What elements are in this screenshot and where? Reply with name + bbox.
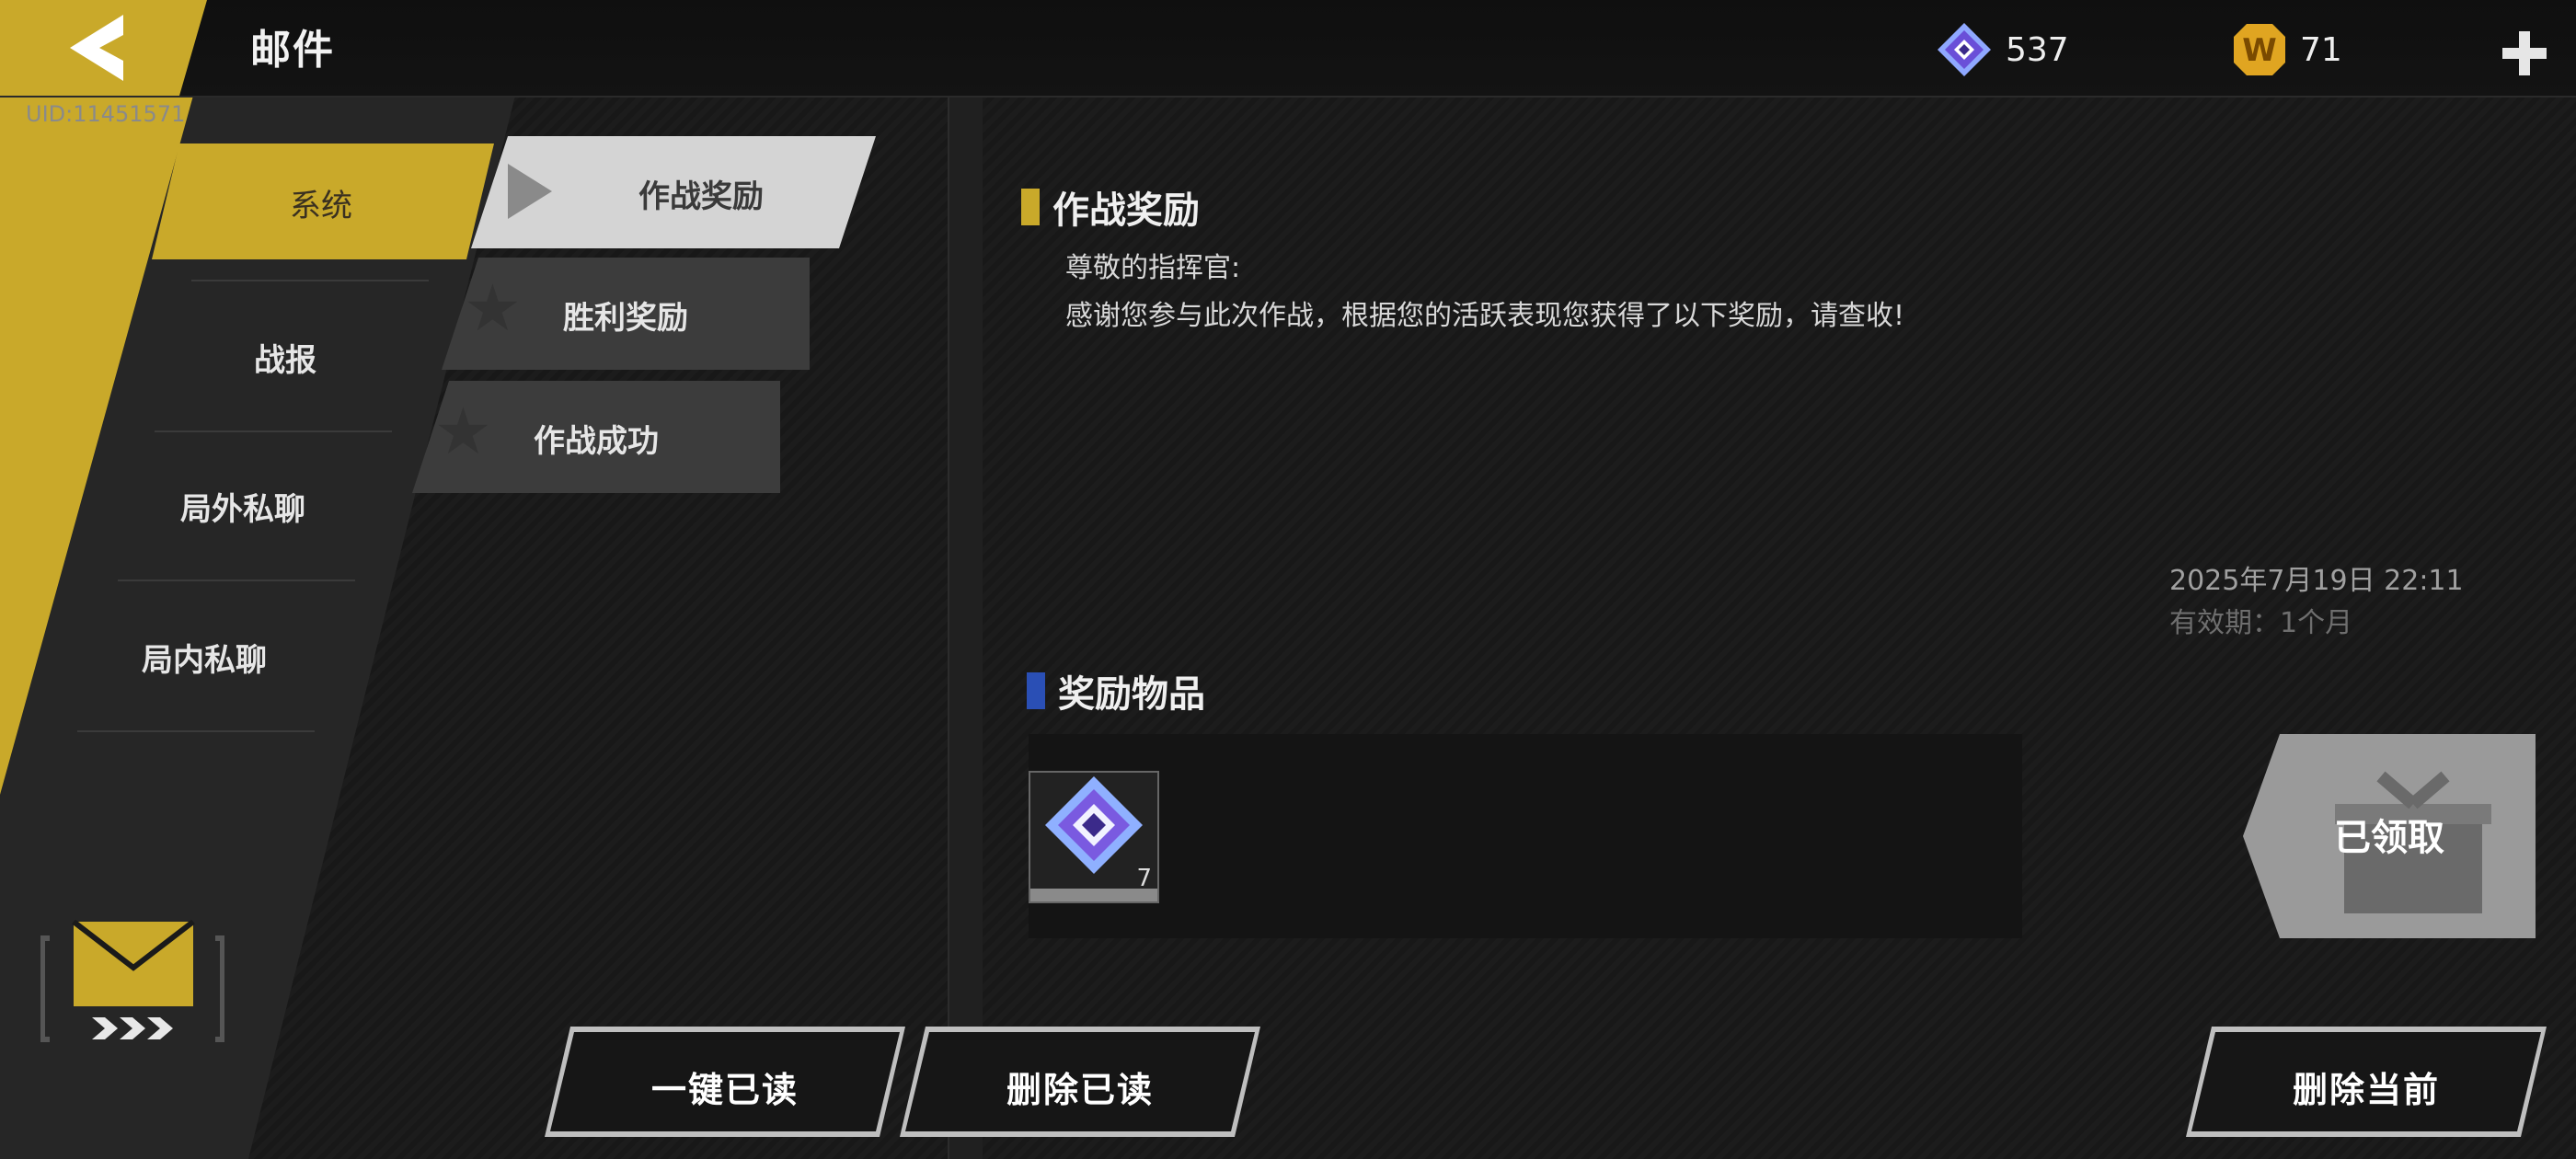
sidebar-item-system[interactable]: 系统 (152, 143, 494, 259)
delete-read-button[interactable]: 删除已读 (900, 1027, 1260, 1137)
coin-currency: W 71 (2232, 22, 2342, 77)
delete-read-label: 删除已读 (1006, 1070, 1154, 1110)
sidebar-item-battle-report[interactable]: 战报 (202, 335, 368, 380)
gem-icon (1938, 23, 1991, 76)
top-bar (0, 0, 2576, 98)
delete-current-label: 删除当前 (2292, 1070, 2440, 1110)
reward-panel (1029, 734, 2022, 938)
reward-count: 7 (1136, 865, 1152, 892)
back-button[interactable] (0, 0, 207, 96)
divider (155, 430, 392, 432)
panel-divider (948, 96, 983, 1159)
mail-greeting: 尊敬的指挥官: (1065, 252, 1241, 284)
mail-item-battle-success[interactable]: ★ 作战成功 (412, 381, 780, 493)
mail-validity: 有效期：1个月 (2169, 607, 2353, 639)
rewards-heading-text: 奖励物品 (1058, 673, 1205, 716)
mail-date: 2025年7月19日 22:11 (2169, 565, 2464, 597)
mail-item-label: 作战奖励 (638, 178, 764, 215)
coin-count: 71 (2300, 30, 2342, 69)
back-arrow-icon (70, 15, 123, 81)
read-all-label: 一键已读 (650, 1070, 799, 1110)
delete-current-button[interactable]: 删除当前 (2186, 1027, 2547, 1137)
sidebar-item-ingame-chat[interactable]: 局内私聊 (112, 635, 296, 680)
gem-currency: 537 (1936, 22, 2069, 77)
add-currency-button[interactable] (2499, 28, 2550, 79)
reward-item[interactable]: 7 (1029, 771, 1159, 903)
divider (191, 280, 429, 281)
claim-status-label: 已领取 (2334, 817, 2444, 859)
divider (118, 580, 355, 581)
svg-text:W: W (2242, 32, 2277, 69)
title-bar-decor (1021, 189, 1040, 225)
mail-item-battle-reward[interactable]: 作战奖励 (471, 136, 876, 248)
mail-item-label: 作战成功 (534, 423, 659, 460)
mail-body: 感谢您参与此次作战，根据您的活跃表现您获得了以下奖励，请查收! (1065, 300, 1905, 332)
divider (77, 730, 315, 732)
mail-title: 作战奖励 (1021, 180, 1200, 234)
claimed-button[interactable]: 已领取 (2243, 734, 2536, 938)
rewards-heading: 奖励物品 (1027, 664, 1205, 717)
sidebar-item-label: 系统 (290, 188, 352, 224)
mail-item-victory-reward[interactable]: ★ 胜利奖励 (442, 258, 810, 370)
mail-title-text: 作战奖励 (1052, 189, 1200, 232)
gem-count: 537 (2006, 30, 2069, 69)
heading-bar-decor (1027, 672, 1045, 709)
read-all-button[interactable]: 一键已读 (545, 1027, 905, 1137)
sidebar-item-outgame-chat[interactable]: 局外私聊 (151, 484, 335, 529)
mail-icon (40, 919, 225, 1049)
page-title: 邮件 (250, 27, 335, 74)
uid-label: UID:11451571 (26, 101, 186, 127)
mail-item-label: 胜利奖励 (563, 300, 688, 337)
w-coin-icon: W (2234, 24, 2285, 75)
